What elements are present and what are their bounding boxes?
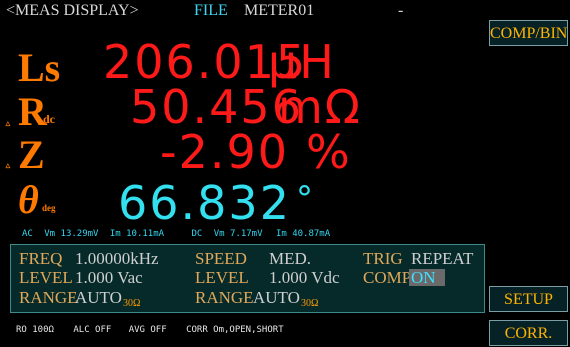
monitor-dc-im: Im 40.87mA [275, 229, 331, 239]
speed-value[interactable]: MED. [269, 249, 311, 269]
primary-param-label[interactable]: Ls [18, 47, 60, 89]
range-ac-value[interactable]: AUTO [75, 288, 122, 308]
meter-screen: <MEAS DISPLAY> FILE METER01 - COMP/BIN S… [0, 0, 570, 347]
alc-status: ALC OFF [73, 325, 112, 335]
monitor-dc-vm: Vm 7.17mV [213, 229, 263, 239]
corr-button[interactable]: CORR. [489, 320, 568, 346]
secondary-param-sub: dc [43, 112, 55, 126]
theta-param-label[interactable]: θ [18, 179, 39, 221]
level-ac-label[interactable]: LEVEL [19, 268, 73, 288]
range-dc-ohm: 30Ω [301, 298, 319, 309]
monitor-ac-im: Im 10.11mA [109, 229, 165, 239]
title-dash: - [398, 2, 404, 19]
level-dc-label[interactable]: LEVEL [195, 268, 249, 288]
parameter-panel: FREQ 1.00000kHz SPEED MED. TRIG REPEAT L… [10, 244, 485, 313]
level-ac-value[interactable]: 1.000 Vac [75, 268, 143, 288]
range-ac-ohm: 30Ω [123, 298, 141, 309]
monitor-dc-label: DC [191, 229, 203, 239]
trig-label[interactable]: TRIG [363, 249, 403, 269]
range-dc-value[interactable]: AUTO [253, 288, 300, 308]
primary-unit: μH [268, 35, 336, 89]
third-value: -2.90 [160, 125, 290, 179]
freq-label[interactable]: FREQ [19, 249, 62, 269]
third-param-label[interactable]: Z [18, 134, 45, 176]
status-bar: RO 100Ω ALC OFF AVG OFF CORR Om,OPEN,SHO… [16, 325, 284, 335]
third-unit: % [306, 125, 352, 179]
setup-button[interactable]: SETUP [489, 286, 568, 312]
delta-icon: ▵ [4, 158, 12, 173]
monitor-row: AC Vm 13.29mV Im 10.11mA DC Vm 7.17mV Im… [22, 229, 330, 239]
fourth-unit: ° [296, 179, 315, 219]
monitor-ac-vm: Vm 13.29mV [44, 229, 99, 239]
theta-param-sub: deg [42, 203, 56, 213]
level-dc-value[interactable]: 1.000 Vdc [269, 268, 340, 288]
range-dc-label[interactable]: RANGE [195, 288, 254, 308]
range-ac-label[interactable]: RANGE [19, 288, 78, 308]
freq-value[interactable]: 1.00000kHz [75, 249, 159, 269]
secondary-unit: mΩ [278, 80, 362, 134]
fourth-value: 66.832 [118, 176, 291, 230]
comp-value[interactable]: ON [409, 269, 445, 286]
file-name[interactable]: METER01 [244, 1, 314, 21]
monitor-ac-label: AC [22, 229, 33, 239]
trig-value[interactable]: REPEAT [411, 249, 473, 269]
avg-status: AVG OFF [128, 325, 167, 335]
file-label: FILE [194, 2, 228, 19]
ro-status: RO 100Ω [16, 325, 54, 335]
title-bar: <MEAS DISPLAY> FILE METER01 - [0, 0, 486, 22]
speed-label[interactable]: SPEED [195, 249, 247, 269]
display-mode-label: <MEAS DISPLAY> [6, 2, 139, 19]
comp-bin-button[interactable]: COMP/BIN [489, 20, 568, 46]
corr-status: CORR Om,OPEN,SHORT [186, 325, 284, 335]
delta-icon: ▵ [4, 116, 12, 131]
comp-label[interactable]: COMP [363, 268, 411, 288]
